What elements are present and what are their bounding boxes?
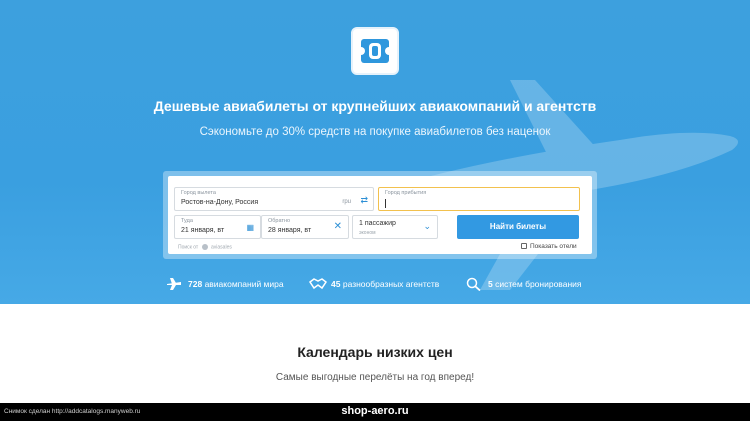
- swap-cities-icon[interactable]: ⇄: [360, 196, 368, 205]
- return-date-label: Обратно: [268, 218, 291, 224]
- departure-date-label: Туда: [181, 218, 193, 224]
- stat-systems-number: 5: [488, 279, 493, 289]
- powered-by-name[interactable]: aviasales: [211, 244, 232, 250]
- arrival-city-label: Город прибытия: [385, 190, 427, 196]
- page-headline: Дешевые авиабилеты от крупнейших авиаком…: [153, 98, 597, 114]
- stat-systems-text: систем бронирования: [495, 279, 582, 289]
- show-hotels-label: Показать отели: [530, 243, 577, 250]
- aviasales-logo-icon: [201, 244, 208, 250]
- passengers-value: 1 пассажир: [359, 220, 396, 227]
- calendar-icon[interactable]: ▦: [246, 224, 254, 232]
- chevron-down-icon[interactable]: ⌄: [423, 222, 431, 231]
- return-date-value: 28 января, вт: [268, 227, 312, 234]
- calendar-title: Календарь низких цен: [297, 344, 453, 360]
- stats-row: 728 авиакомпаний мира 45 разнообразных а…: [0, 276, 750, 292]
- stat-systems: 5 систем бронирования: [466, 276, 596, 292]
- departure-city-field[interactable]: Город вылета Ростов-на-Дону, Россия rpu …: [174, 187, 374, 211]
- airplane-icon: [167, 278, 181, 290]
- departure-date-field[interactable]: Туда 21 января, вт ▦: [174, 215, 261, 239]
- flight-search-form: Город вылета Ростов-на-Дону, Россия rpu …: [168, 176, 592, 254]
- checkbox-icon[interactable]: [521, 243, 527, 249]
- clear-return-date-icon[interactable]: ✕: [334, 222, 342, 232]
- departure-city-code: rpu: [342, 199, 351, 205]
- show-hotels-checkbox[interactable]: Показать отели: [521, 243, 577, 250]
- stat-airlines-text: авиакомпаний мира: [204, 279, 284, 289]
- page-subheadline: Сэкономьте до 30% средств на покупке ави…: [199, 126, 551, 138]
- screenshot-footer: Снимок сделан http://addcatalogs.manyweb…: [0, 403, 750, 421]
- airplane-background-image: [380, 80, 739, 290]
- cabin-class-value: эконом: [359, 230, 376, 236]
- passengers-select[interactable]: 1 пассажир эконом ⌄: [352, 215, 438, 239]
- hero-section: Дешевые авиабилеты от крупнейших авиаком…: [0, 0, 750, 304]
- stat-agencies-text: разнообразных агентств: [342, 279, 440, 289]
- search-form-wrapper: Город вылета Ростов-на-Дону, Россия rpu …: [163, 171, 597, 259]
- powered-by: Поиск от aviasales: [178, 244, 232, 250]
- departure-date-value: 21 января, вт: [181, 227, 225, 234]
- stat-agencies: 45 разнообразных агентств: [309, 276, 459, 292]
- stat-agencies-number: 45: [331, 279, 341, 289]
- stat-airlines-number: 728: [188, 279, 203, 289]
- ticket-logo-icon[interactable]: [351, 27, 399, 75]
- departure-city-label: Город вылета: [181, 190, 216, 196]
- site-domain: shop-aero.ru: [341, 405, 409, 417]
- powered-by-prefix: Поиск от: [178, 244, 199, 251]
- search-icon: [466, 277, 481, 291]
- return-date-field[interactable]: Обратно 28 января, вт ✕: [261, 215, 349, 239]
- handshake-icon: [309, 278, 327, 290]
- stat-airlines: 728 авиакомпаний мира: [166, 276, 296, 292]
- find-tickets-button[interactable]: Найти билеты: [457, 215, 579, 239]
- text-cursor: [385, 199, 386, 208]
- departure-city-value[interactable]: Ростов-на-Дону, Россия: [181, 199, 258, 206]
- arrival-city-field[interactable]: Город прибытия: [378, 187, 580, 211]
- calendar-subtitle: Самые выгодные перелёты на год вперед!: [275, 372, 475, 383]
